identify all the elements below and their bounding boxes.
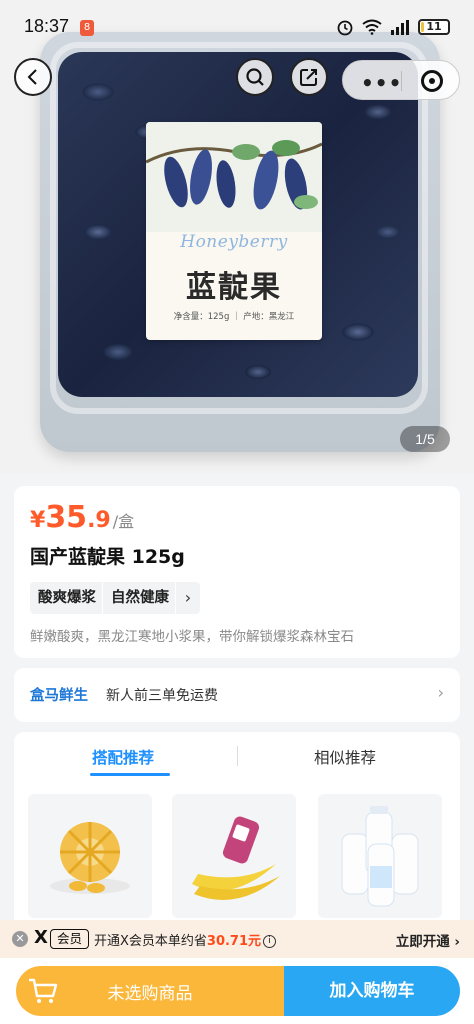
product-description: 鲜嫩酸爽，黑龙江寒地小浆果，带你解锁爆浆森林宝石 bbox=[30, 629, 354, 645]
battery-icon: 11 bbox=[418, 19, 450, 35]
price-integer: 35 bbox=[45, 500, 88, 535]
close-icon[interactable]: ✕ bbox=[12, 931, 28, 947]
status-bar: 18:37 8 11 bbox=[0, 0, 474, 54]
search-icon bbox=[246, 68, 264, 86]
search-button[interactable] bbox=[236, 58, 274, 96]
chevron-left-icon bbox=[27, 69, 37, 85]
bananas-icon bbox=[192, 816, 280, 900]
recommend-item[interactable] bbox=[318, 794, 442, 918]
notification-badge: 8 bbox=[80, 20, 94, 36]
tag-item: 自然健康 bbox=[103, 582, 176, 614]
recommendation-card: 搭配推荐 相似推荐 bbox=[14, 732, 460, 932]
member-x-logo: X bbox=[34, 927, 48, 948]
wifi-icon bbox=[362, 19, 382, 35]
product-label-card: Honeyberry 蓝靛果 净含量：125g ｜ 产地：黑龙江 bbox=[146, 122, 322, 340]
status-time: 18:37 bbox=[24, 16, 70, 36]
join-member-button[interactable]: 立即开通 › bbox=[396, 930, 460, 950]
price-unit: /盒 bbox=[112, 512, 135, 531]
promo-brand: 盒马鲜生 bbox=[30, 688, 88, 704]
back-button[interactable] bbox=[14, 58, 52, 96]
share-icon bbox=[300, 69, 317, 86]
product-tags[interactable]: 酸爽爆浆 自然健康 › bbox=[30, 582, 200, 614]
alarm-icon bbox=[337, 20, 353, 36]
status-icons: 11 bbox=[336, 18, 450, 36]
berry-illustration-icon bbox=[146, 122, 322, 232]
jackfruit-icon bbox=[50, 822, 130, 894]
add-to-cart-button[interactable]: 加入购物车 bbox=[284, 966, 460, 1016]
chevron-right-icon[interactable]: › bbox=[176, 582, 200, 614]
price: ¥ 35 .9 /盒 bbox=[30, 500, 135, 535]
share-button[interactable] bbox=[290, 58, 328, 96]
mini-program-menu: ••• bbox=[342, 60, 460, 100]
tag-item: 酸爽爆浆 bbox=[30, 582, 103, 614]
tab-similar[interactable]: 相似推荐 bbox=[314, 746, 376, 768]
price-decimal: .9 bbox=[87, 508, 111, 533]
cart-button[interactable]: 未选购商品 bbox=[16, 966, 284, 1016]
member-badge: 会员 bbox=[50, 929, 90, 949]
milk-bottles-icon bbox=[341, 806, 419, 907]
product-info-card: ¥ 35 .9 /盒 国产蓝靛果 125g 酸爽爆浆 自然健康 › 鲜嫩酸爽，黑… bbox=[14, 486, 460, 658]
product-name: 国产蓝靛果 125g bbox=[30, 546, 185, 568]
active-tab-indicator bbox=[90, 773, 170, 776]
promo-text: 新人前三单免运费 bbox=[106, 688, 218, 704]
cart-label: 未选购商品 bbox=[107, 984, 193, 1004]
image-counter: 1/5 bbox=[400, 426, 450, 452]
close-target-icon[interactable] bbox=[421, 70, 443, 92]
label-product-name: 蓝靛果 bbox=[186, 270, 282, 305]
signal-icon bbox=[391, 20, 409, 35]
bottom-action-bar: 未选购商品 加入购物车 bbox=[0, 958, 474, 1024]
label-brand-text: Honeyberry bbox=[180, 232, 288, 252]
label-meta-text: 净含量：125g ｜ 产地：黑龙江 bbox=[173, 312, 295, 322]
member-promo-bar: ✕ X 会员 开通X会员本单约省30.71元 i 立即开通 › bbox=[0, 920, 474, 958]
tab-pairing[interactable]: 搭配推荐 bbox=[92, 746, 154, 768]
info-icon[interactable]: i bbox=[263, 935, 277, 948]
member-savings-text: 开通X会员本单约省30.71元 i bbox=[94, 930, 277, 949]
more-icon[interactable]: ••• bbox=[361, 71, 402, 95]
battery-level: 11 bbox=[426, 20, 442, 33]
recommend-item[interactable] bbox=[172, 794, 296, 918]
savings-amount: 30.71元 bbox=[206, 934, 262, 949]
shipping-promo[interactable]: 盒马鲜生 新人前三单免运费 › bbox=[14, 668, 460, 722]
recommend-item[interactable] bbox=[28, 794, 152, 918]
chevron-right-icon: › bbox=[437, 683, 444, 702]
